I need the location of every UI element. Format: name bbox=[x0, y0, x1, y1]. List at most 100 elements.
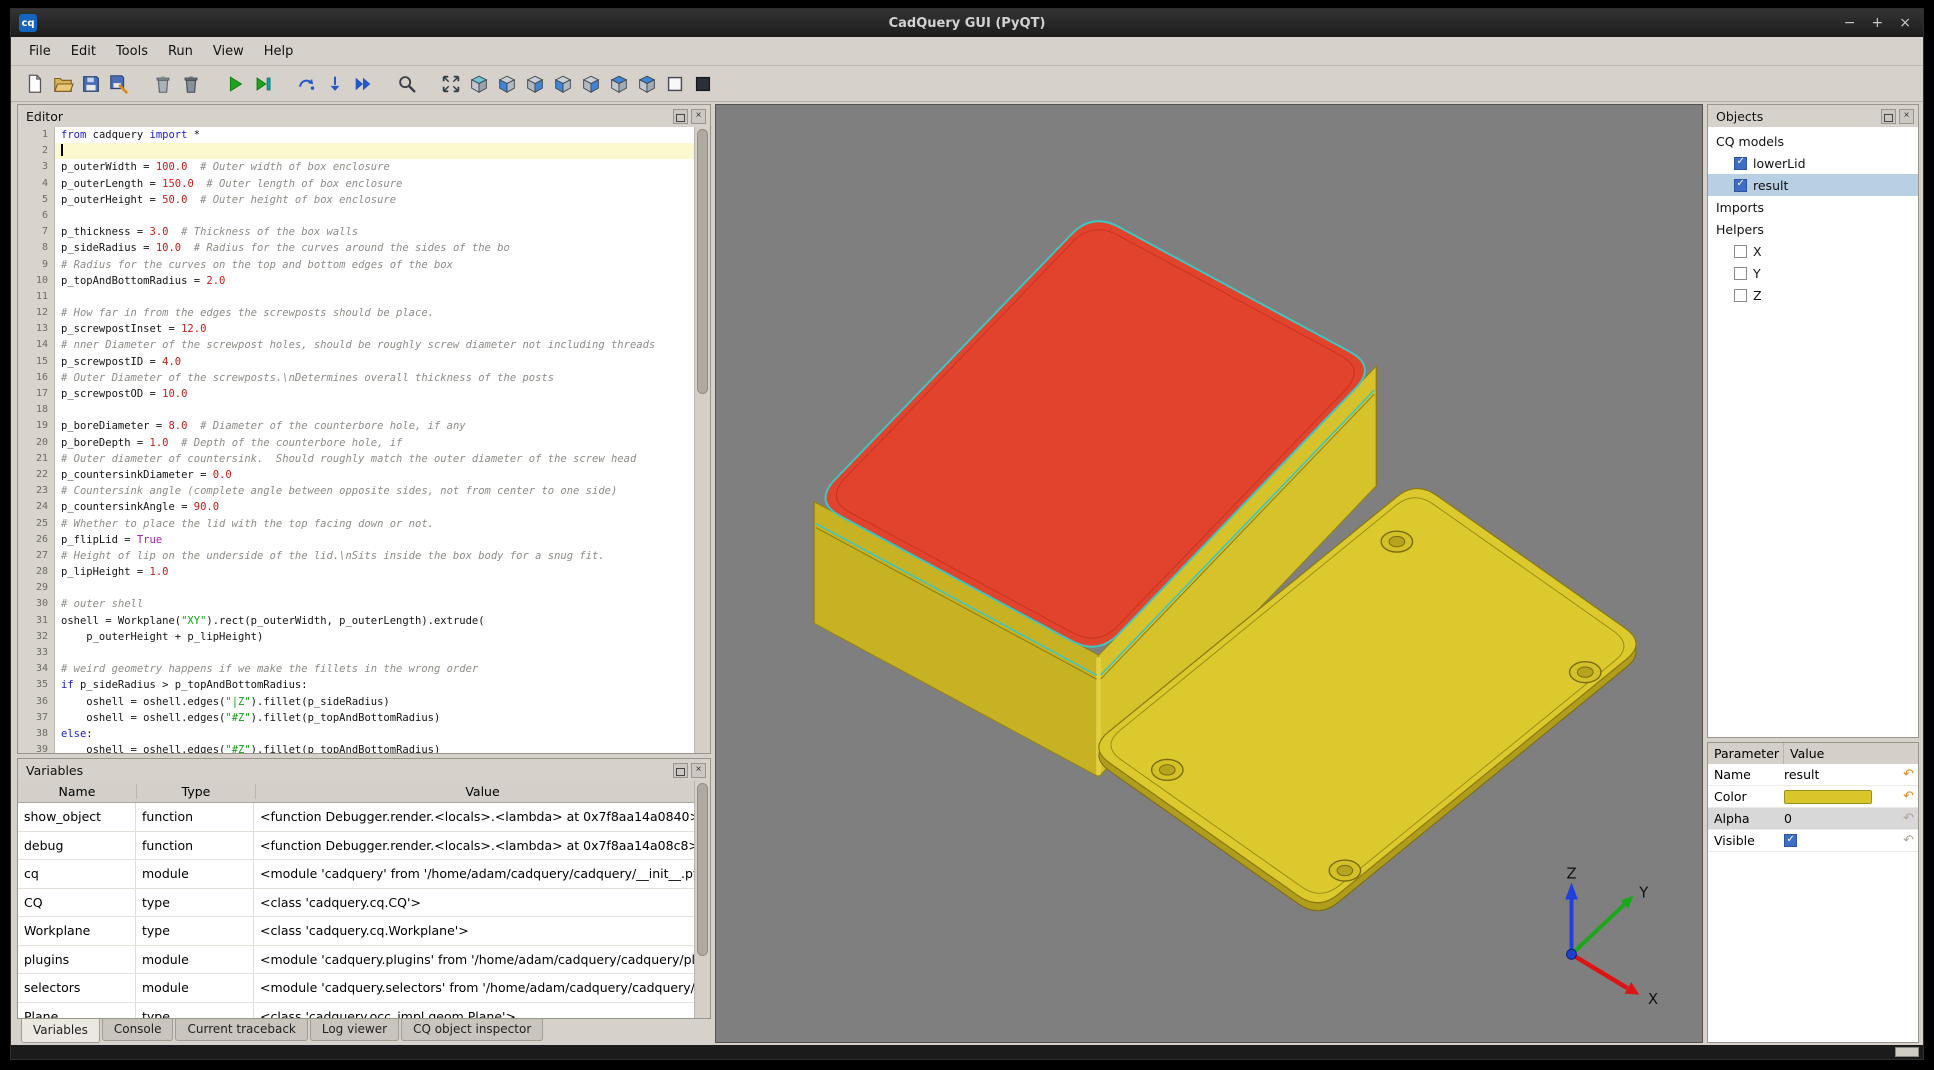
code-line[interactable]: 13 p_screwpostInset = 12.0 bbox=[18, 321, 710, 337]
view-left-button[interactable] bbox=[549, 70, 577, 98]
view-isometric-button[interactable] bbox=[465, 70, 493, 98]
code-line[interactable]: 2 bbox=[18, 143, 710, 159]
column-header-parameter[interactable]: Parameter bbox=[1708, 743, 1784, 764]
tree-item-z[interactable]: Z bbox=[1708, 284, 1918, 306]
variables-scrollbar-thumb[interactable] bbox=[697, 783, 708, 956]
code-line[interactable]: 34 # weird geometry happens if we make t… bbox=[18, 661, 710, 677]
item-checkbox[interactable] bbox=[1734, 289, 1747, 302]
float-variables-button[interactable] bbox=[673, 763, 688, 778]
editor-panel-titlebar[interactable]: Editor × bbox=[18, 105, 710, 128]
code-line[interactable]: 39 oshell = oshell.edges("#Z").fillet(p_… bbox=[18, 742, 710, 753]
code-line[interactable]: 17 p_screwpostOD = 10.0 bbox=[18, 386, 710, 402]
code-line[interactable]: 19 p_boreDiameter = 8.0 # Diameter of th… bbox=[18, 418, 710, 434]
param-row[interactable]: Name result ↶ bbox=[1708, 764, 1918, 786]
tree-item-x[interactable]: X bbox=[1708, 240, 1918, 262]
variable-row[interactable]: selectors module <module 'cadquery.selec… bbox=[18, 974, 710, 1003]
code-line[interactable]: 35 if p_sideRadius > p_topAndBottomRadiu… bbox=[18, 677, 710, 693]
save-as-button[interactable] bbox=[105, 70, 133, 98]
save-button[interactable] bbox=[77, 70, 105, 98]
tree-item-helpers[interactable]: Helpers bbox=[1708, 218, 1918, 240]
param-row[interactable]: Alpha 0 ↶ bbox=[1708, 808, 1918, 830]
menu-run[interactable]: Run bbox=[158, 40, 203, 63]
3d-scene[interactable]: Z Y X bbox=[716, 105, 1702, 1042]
visible-checkbox[interactable] bbox=[1784, 834, 1797, 847]
tree-item-y[interactable]: Y bbox=[1708, 262, 1918, 284]
step-over-button[interactable] bbox=[293, 70, 321, 98]
reset-icon[interactable]: ↶ bbox=[1903, 789, 1914, 804]
debug-script-button[interactable] bbox=[249, 70, 277, 98]
code-line[interactable]: 20 p_boreDepth = 1.0 # Depth of the coun… bbox=[18, 435, 710, 451]
view-right-button[interactable] bbox=[577, 70, 605, 98]
param-row[interactable]: Visible ↶ bbox=[1708, 830, 1918, 852]
tree-item-lowerlid[interactable]: lowerLid bbox=[1708, 152, 1918, 174]
code-line[interactable]: 3 p_outerWidth = 100.0 # Outer width of … bbox=[18, 159, 710, 175]
code-line[interactable]: 27 # Height of lip on the underside of t… bbox=[18, 548, 710, 564]
code-line[interactable]: 38 else: bbox=[18, 726, 710, 742]
menu-tools[interactable]: Tools bbox=[106, 40, 158, 63]
tree-item-result[interactable]: result bbox=[1708, 174, 1918, 196]
tab-variables[interactable]: Variables bbox=[21, 1019, 100, 1043]
code-line[interactable]: 31 oshell = Workplane("XY").rect(p_outer… bbox=[18, 613, 710, 629]
objects-panel-titlebar[interactable]: Objects × bbox=[1708, 105, 1918, 128]
code-line[interactable]: 21 # Outer diameter of countersink. Shou… bbox=[18, 451, 710, 467]
view-front-button[interactable] bbox=[493, 70, 521, 98]
tab-current-traceback[interactable]: Current traceback bbox=[175, 1019, 307, 1041]
float-objects-button[interactable] bbox=[1881, 109, 1896, 124]
variable-row[interactable]: plugins module <module 'cadquery.plugins… bbox=[18, 946, 710, 975]
tab-cq-object-inspector[interactable]: CQ object inspector bbox=[401, 1019, 543, 1041]
view-top-button[interactable] bbox=[605, 70, 633, 98]
code-line[interactable]: 26 p_flipLid = True bbox=[18, 532, 710, 548]
column-header-value[interactable]: Value bbox=[256, 784, 710, 799]
title-bar[interactable]: cq CadQuery GUI (PyQT) − + × bbox=[11, 9, 1923, 37]
variable-row[interactable]: cq module <module 'cadquery' from '/home… bbox=[18, 860, 710, 889]
run-script-button[interactable] bbox=[221, 70, 249, 98]
code-line[interactable]: 14 # nner Diameter of the screwpost hole… bbox=[18, 337, 710, 353]
zoom-button[interactable] bbox=[393, 70, 421, 98]
code-line[interactable]: 12 # How far in from the edges the screw… bbox=[18, 305, 710, 321]
column-header-type[interactable]: Type bbox=[137, 784, 256, 799]
variables-scrollbar[interactable] bbox=[694, 781, 710, 1018]
variable-row[interactable]: debug function <function Debugger.render… bbox=[18, 832, 710, 861]
code-editor[interactable]: 1 from cadquery import * 2 3 p_outerWidt… bbox=[18, 127, 710, 753]
code-line[interactable]: 15 p_screwpostID = 4.0 bbox=[18, 354, 710, 370]
code-line[interactable]: 18 bbox=[18, 402, 710, 418]
view-bottom-button[interactable] bbox=[633, 70, 661, 98]
maximize-button[interactable]: + bbox=[1872, 16, 1884, 30]
float-editor-button[interactable] bbox=[673, 109, 688, 124]
code-line[interactable]: 29 bbox=[18, 580, 710, 596]
close-objects-button[interactable]: × bbox=[1899, 109, 1914, 124]
variable-row[interactable]: show_object function <function Debugger.… bbox=[18, 803, 710, 832]
code-line[interactable]: 36 oshell = oshell.edges("|Z").fillet(p_… bbox=[18, 694, 710, 710]
menu-view[interactable]: View bbox=[203, 40, 254, 63]
code-line[interactable]: 11 bbox=[18, 289, 710, 305]
item-checkbox[interactable] bbox=[1734, 245, 1747, 258]
code-line[interactable]: 16 # Outer Diameter of the screwposts.\n… bbox=[18, 370, 710, 386]
reset-icon[interactable]: ↶ bbox=[1903, 767, 1914, 782]
editor-scrollbar-thumb[interactable] bbox=[697, 129, 708, 394]
variables-panel-titlebar[interactable]: Variables × bbox=[18, 759, 710, 782]
minimize-button[interactable]: − bbox=[1844, 16, 1856, 30]
menu-edit[interactable]: Edit bbox=[61, 40, 106, 63]
close-variables-button[interactable]: × bbox=[691, 763, 706, 778]
menu-help[interactable]: Help bbox=[254, 40, 304, 63]
code-line[interactable]: 7 p_thickness = 3.0 # Thickness of the b… bbox=[18, 224, 710, 240]
tree-item-imports[interactable]: Imports bbox=[1708, 196, 1918, 218]
menu-file[interactable]: File bbox=[19, 40, 61, 63]
variable-row[interactable]: CQ type <class 'cadquery.cq.CQ'> bbox=[18, 889, 710, 918]
code-line[interactable]: 25 # Whether to place the lid with the t… bbox=[18, 516, 710, 532]
param-row[interactable]: Color ↶ bbox=[1708, 786, 1918, 808]
delete-all-button[interactable] bbox=[177, 70, 205, 98]
continue-button[interactable] bbox=[349, 70, 377, 98]
code-line[interactable]: 30 # outer shell bbox=[18, 596, 710, 612]
code-line[interactable]: 37 oshell = oshell.edges("#Z").fillet(p_… bbox=[18, 710, 710, 726]
new-file-button[interactable] bbox=[21, 70, 49, 98]
fit-all-button[interactable] bbox=[437, 70, 465, 98]
code-line[interactable]: 8 p_sideRadius = 10.0 # Radius for the c… bbox=[18, 240, 710, 256]
color-swatch[interactable] bbox=[1784, 790, 1872, 804]
code-line[interactable]: 6 bbox=[18, 208, 710, 224]
variable-row[interactable]: Plane type <class 'cadquery.occ_impl.geo… bbox=[18, 1003, 710, 1019]
item-checkbox[interactable] bbox=[1734, 267, 1747, 280]
delete-button[interactable] bbox=[149, 70, 177, 98]
close-button[interactable]: × bbox=[1899, 16, 1911, 30]
reset-icon[interactable]: ↶ bbox=[1903, 833, 1914, 848]
